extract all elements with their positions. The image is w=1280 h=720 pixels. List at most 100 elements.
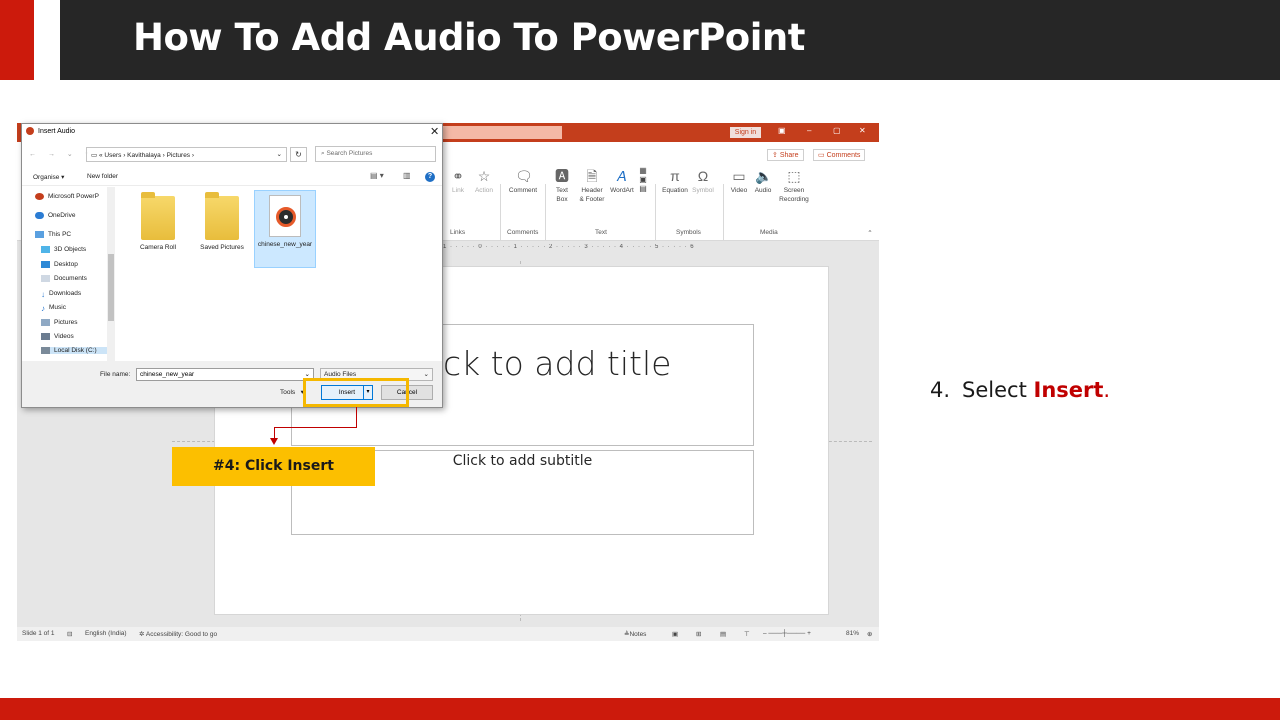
symbol-button[interactable]: Ω Symbol xyxy=(690,168,716,195)
nav-scrollbar-thumb[interactable] xyxy=(108,254,114,321)
reading-view-icon[interactable]: ▤ xyxy=(720,630,726,638)
video-icon xyxy=(41,333,50,340)
pc-icon xyxy=(35,231,44,238)
horizontal-ruler: 1 · · · · · 0 · · · · · 1 · · · · · 2 · … xyxy=(443,244,695,250)
language-status[interactable]: English (India) xyxy=(85,630,127,637)
view-options-icon[interactable]: ▤ ▾ xyxy=(370,171,384,180)
group-comments: Comments xyxy=(507,229,539,236)
nav-item-pictures[interactable]: Pictures xyxy=(41,319,77,326)
organise-button[interactable]: Organise ▾ xyxy=(33,173,64,181)
zoom-level[interactable]: 81% xyxy=(846,630,859,637)
link-button[interactable]: ⚭ Link xyxy=(448,168,468,195)
nav-item-microsoft-powerpoint[interactable]: Microsoft PowerP xyxy=(35,193,99,200)
status-bar: Slide 1 of 1 ⊟ English (India) ✲ Accessi… xyxy=(17,627,879,641)
ppt-search-box[interactable] xyxy=(443,126,562,139)
nav-item-music[interactable]: ♪ Music xyxy=(41,304,66,313)
step-keyword: Insert xyxy=(1033,378,1104,402)
comments-button[interactable]: ▭ Comments xyxy=(813,149,866,161)
ribbon-separator xyxy=(500,184,501,240)
address-bar[interactable]: ▭ « Users › Kavithalaya › Pictures › ⌄ xyxy=(86,147,287,162)
header-footer-button[interactable]: 🗎 Header & Footer xyxy=(577,168,607,204)
slide-sorter-icon[interactable]: ⊞ xyxy=(696,630,701,638)
wordart-icon: 𝘈 xyxy=(617,168,627,184)
spellcheck-icon[interactable]: ⊟ xyxy=(67,630,72,638)
fit-slide-icon[interactable]: ⊕ xyxy=(867,630,872,638)
callout-connector xyxy=(356,407,357,427)
cube-icon xyxy=(41,246,50,253)
video-button[interactable]: ▭ Video xyxy=(728,168,750,195)
slideshow-icon[interactable]: ⊤ xyxy=(744,630,750,638)
document-icon xyxy=(41,275,50,282)
nav-item-videos[interactable]: Videos xyxy=(41,333,74,340)
audio-file-icon xyxy=(269,195,301,237)
sign-in-button[interactable]: Sign in xyxy=(730,127,761,138)
callout-connector xyxy=(274,427,357,428)
nav-item-local-disk[interactable]: Local Disk (C:) xyxy=(41,347,107,355)
slide: How To Add Audio To PowerPoint Sign in ▣… xyxy=(0,0,1280,720)
arrow-down-icon xyxy=(270,438,278,445)
speaker-icon: 🔈 xyxy=(755,168,773,184)
share-button[interactable]: ⇪ Share xyxy=(767,149,804,161)
new-folder-button[interactable]: New folder xyxy=(87,173,118,180)
nav-arrows[interactable]: ← → ⌄ ↑ xyxy=(29,150,93,158)
refresh-icon[interactable]: ↻ xyxy=(290,147,307,162)
ribbon-separator xyxy=(655,184,656,240)
action-star-icon: ☆ xyxy=(477,168,491,184)
collapse-ribbon-icon[interactable]: ⌃ xyxy=(866,229,874,238)
screen-recording-button[interactable]: ⬚ Screen Recording xyxy=(777,168,811,204)
chevron-down-icon[interactable]: ⌄ xyxy=(305,370,310,378)
slide-count: Slide 1 of 1 xyxy=(22,630,55,637)
preview-pane-icon[interactable]: ▥ xyxy=(403,171,411,180)
help-icon[interactable]: ? xyxy=(425,172,435,182)
accessibility-status[interactable]: ✲ Accessibility: Good to go xyxy=(139,630,217,638)
download-icon: ↓ xyxy=(41,290,45,299)
chevron-down-icon[interactable]: ⌄ xyxy=(277,150,282,158)
dialog-toolbar: Organise ▾ New folder ▤ ▾ ▥ ? xyxy=(22,168,442,186)
comment-button[interactable]: 🗨 Comment xyxy=(505,168,541,195)
step-instruction: 4. Select Insert. xyxy=(930,378,1111,402)
minimize-icon[interactable]: – xyxy=(807,126,811,135)
wordart-button[interactable]: 𝘈 WordArt xyxy=(607,168,637,195)
group-symbols: Symbols xyxy=(676,229,701,236)
insert-audio-dialog: Insert Audio ✕ ← → ⌄ ↑ ▭ « Users › Kavit… xyxy=(21,123,443,408)
group-links: Links xyxy=(450,229,466,236)
normal-view-icon[interactable]: ▣ xyxy=(672,630,678,638)
slide-title: How To Add Audio To PowerPoint xyxy=(133,16,805,59)
insert-highlight-box xyxy=(303,378,409,407)
chevron-down-icon: ⌄ xyxy=(423,371,429,378)
group-text: Text xyxy=(595,229,607,236)
equation-button[interactable]: π Equation xyxy=(660,168,690,195)
maximize-icon[interactable]: ▢ xyxy=(833,126,841,135)
search-input[interactable]: ⌕ Search Pictures xyxy=(315,146,436,162)
close-icon[interactable]: ✕ xyxy=(430,125,439,138)
nav-item-documents[interactable]: Documents xyxy=(41,275,87,282)
file-item-camera-roll[interactable]: Camera Roll xyxy=(127,190,189,268)
nav-item-onedrive[interactable]: OneDrive xyxy=(35,212,75,219)
folder-icon xyxy=(141,192,175,240)
nav-item-this-pc[interactable]: This PC xyxy=(35,231,71,238)
tools-dropdown[interactable]: Tools ▾ xyxy=(280,388,304,396)
step-callout: #4: Click Insert xyxy=(172,447,375,486)
navigation-pane: Microsoft PowerP OneDrive This PC 3D Obj… xyxy=(22,187,115,361)
action-button[interactable]: ☆ Action xyxy=(472,168,496,195)
file-name-input[interactable]: chinese_new_year ⌄ xyxy=(136,368,314,381)
notes-button[interactable]: ≜Notes xyxy=(624,630,646,638)
audio-button[interactable]: 🔈 Audio xyxy=(752,168,774,195)
link-icon: ⚭ xyxy=(452,168,464,184)
close-window-icon[interactable]: ✕ xyxy=(859,126,866,135)
pi-icon: π xyxy=(670,168,680,184)
file-item-chinese-new-year[interactable]: chinese_new_year xyxy=(254,190,316,268)
nav-item-3d-objects[interactable]: 3D Objects xyxy=(41,246,86,253)
powerpoint-icon xyxy=(35,193,44,200)
zoom-slider[interactable]: – ───┼──── + xyxy=(763,630,811,637)
ribbon-separator xyxy=(723,184,724,240)
text-extra-icons[interactable]: ▦ ▣ ▤ xyxy=(637,166,649,193)
comment-icon: 🗨 xyxy=(515,168,533,184)
file-item-saved-pictures[interactable]: Saved Pictures xyxy=(191,190,253,268)
text-box-button[interactable]: 🅰 Text Box xyxy=(551,168,573,204)
folder-icon xyxy=(205,192,239,240)
nav-item-downloads[interactable]: ↓ Downloads xyxy=(41,290,81,299)
ribbon-display-icon[interactable]: ▣ xyxy=(778,126,786,135)
nav-item-desktop[interactable]: Desktop xyxy=(41,261,78,268)
dialog-title: Insert Audio xyxy=(26,127,75,135)
